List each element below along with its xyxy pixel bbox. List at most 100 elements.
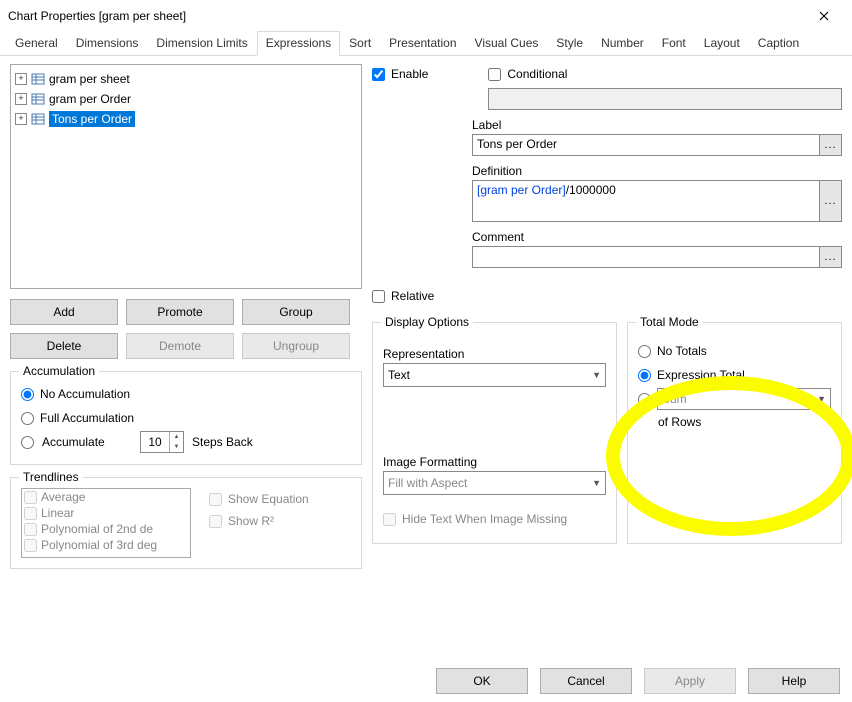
tree-row[interactable]: + gram per sheet [13, 69, 359, 89]
steps-up[interactable]: ▲ [170, 432, 183, 442]
steps-value[interactable] [141, 432, 169, 452]
image-formatting-value: Fill with Aspect [388, 476, 467, 490]
tab-expressions[interactable]: Expressions [257, 31, 340, 56]
tab-font[interactable]: Font [653, 31, 695, 55]
tab-caption[interactable]: Caption [749, 31, 808, 55]
trend-item[interactable]: Polynomial of 3rd deg [22, 537, 190, 553]
table-icon [31, 92, 45, 106]
agg-radio[interactable] [638, 393, 651, 406]
show-equation-label: Show Equation [228, 492, 309, 506]
close-icon [819, 11, 829, 21]
tab-presentation[interactable]: Presentation [380, 31, 465, 55]
conditional-label: Conditional [507, 67, 567, 81]
of-rows-label: of Rows [658, 415, 831, 429]
chevron-down-icon: ▼ [592, 478, 601, 488]
steps-down[interactable]: ▼ [170, 442, 183, 452]
tree-row[interactable]: + Tons per Order [13, 109, 359, 129]
trend-label: Polynomial of 3rd deg [41, 538, 157, 552]
steps-spinner[interactable]: ▲▼ [140, 431, 184, 453]
full-accumulation-radio[interactable] [21, 412, 34, 425]
agg-value: Sum [662, 392, 687, 406]
trend-check [24, 523, 37, 536]
hide-text-check [383, 513, 396, 526]
trend-item[interactable]: Linear [22, 505, 190, 521]
window-title: Chart Properties [gram per sheet] [8, 9, 804, 23]
definition-prefix: [gram per Order] [477, 183, 566, 197]
label-input[interactable]: Tons per Order [472, 134, 820, 156]
full-accumulation-label: Full Accumulation [40, 411, 134, 425]
tree-label: Tons per Order [49, 111, 135, 127]
representation-value: Text [388, 368, 410, 382]
tab-dimension-limits[interactable]: Dimension Limits [147, 31, 256, 55]
tab-layout[interactable]: Layout [695, 31, 749, 55]
tab-style[interactable]: Style [547, 31, 592, 55]
enable-check[interactable] [372, 68, 385, 81]
tab-general[interactable]: General [6, 31, 67, 55]
agg-select: Sum ▼ [657, 388, 831, 410]
show-r2-check [209, 515, 222, 528]
relative-label: Relative [391, 289, 434, 303]
trend-label: Polynomial of 2nd de [41, 522, 153, 536]
chevron-down-icon: ▼ [592, 370, 601, 380]
accumulation-title: Accumulation [19, 364, 99, 378]
expression-total-radio[interactable] [638, 369, 651, 382]
show-equation-check [209, 493, 222, 506]
definition-input[interactable]: [gram per Order]/1000000 [472, 180, 820, 222]
no-accumulation-label: No Accumulation [40, 387, 130, 401]
label-browse-button[interactable]: ... [820, 134, 842, 156]
conditional-check[interactable] [488, 68, 501, 81]
expression-tree[interactable]: + gram per sheet + gram per Order + Tons… [10, 64, 362, 289]
tab-number[interactable]: Number [592, 31, 653, 55]
apply-button: Apply [644, 668, 736, 694]
tab-sort[interactable]: Sort [340, 31, 380, 55]
enable-label: Enable [391, 67, 428, 81]
demote-button: Demote [126, 333, 234, 359]
trendlines-title: Trendlines [19, 470, 83, 484]
trend-item[interactable]: Average [22, 489, 190, 505]
comment-input[interactable] [472, 246, 820, 268]
definition-label: Definition [472, 164, 842, 178]
comment-label: Comment [472, 230, 842, 244]
image-formatting-select: Fill with Aspect ▼ [383, 471, 606, 495]
tree-label: gram per sheet [49, 72, 130, 86]
trend-label: Average [41, 490, 85, 504]
tree-row[interactable]: + gram per Order [13, 89, 359, 109]
ungroup-button: Ungroup [242, 333, 350, 359]
definition-suffix: /1000000 [566, 183, 616, 197]
comment-browse-button[interactable]: ... [820, 246, 842, 268]
trend-check [24, 491, 37, 504]
expand-icon[interactable]: + [15, 73, 27, 85]
chevron-down-icon: ▼ [817, 394, 826, 404]
help-button[interactable]: Help [748, 668, 840, 694]
relative-check[interactable] [372, 290, 385, 303]
tab-dimensions[interactable]: Dimensions [67, 31, 148, 55]
trend-label: Linear [41, 506, 74, 520]
show-r2-label: Show R² [228, 514, 274, 528]
ok-button[interactable]: OK [436, 668, 528, 694]
trendlines-list[interactable]: Average Linear Polynomial of 2nd de Poly… [21, 488, 191, 558]
expression-total-label: Expression Total [657, 368, 745, 382]
group-button[interactable]: Group [242, 299, 350, 325]
cancel-button[interactable]: Cancel [540, 668, 632, 694]
tab-strip: General Dimensions Dimension Limits Expr… [0, 32, 852, 56]
tab-visual-cues[interactable]: Visual Cues [466, 31, 548, 55]
table-icon [31, 72, 45, 86]
trend-check [24, 539, 37, 552]
expand-icon[interactable]: + [15, 93, 27, 105]
promote-button[interactable]: Promote [126, 299, 234, 325]
add-button[interactable]: Add [10, 299, 118, 325]
trend-check [24, 507, 37, 520]
representation-select[interactable]: Text ▼ [383, 363, 606, 387]
expand-icon[interactable]: + [15, 113, 27, 125]
close-button[interactable] [804, 2, 844, 30]
no-totals-radio[interactable] [638, 345, 651, 358]
representation-label: Representation [383, 347, 606, 361]
delete-button[interactable]: Delete [10, 333, 118, 359]
conditional-input [488, 88, 842, 110]
accumulate-label: Accumulate [42, 435, 132, 449]
trend-item[interactable]: Polynomial of 2nd de [22, 521, 190, 537]
accumulate-radio[interactable] [21, 436, 34, 449]
no-accumulation-radio[interactable] [21, 388, 34, 401]
total-mode-title: Total Mode [636, 315, 703, 329]
definition-browse-button[interactable]: ... [820, 180, 842, 222]
